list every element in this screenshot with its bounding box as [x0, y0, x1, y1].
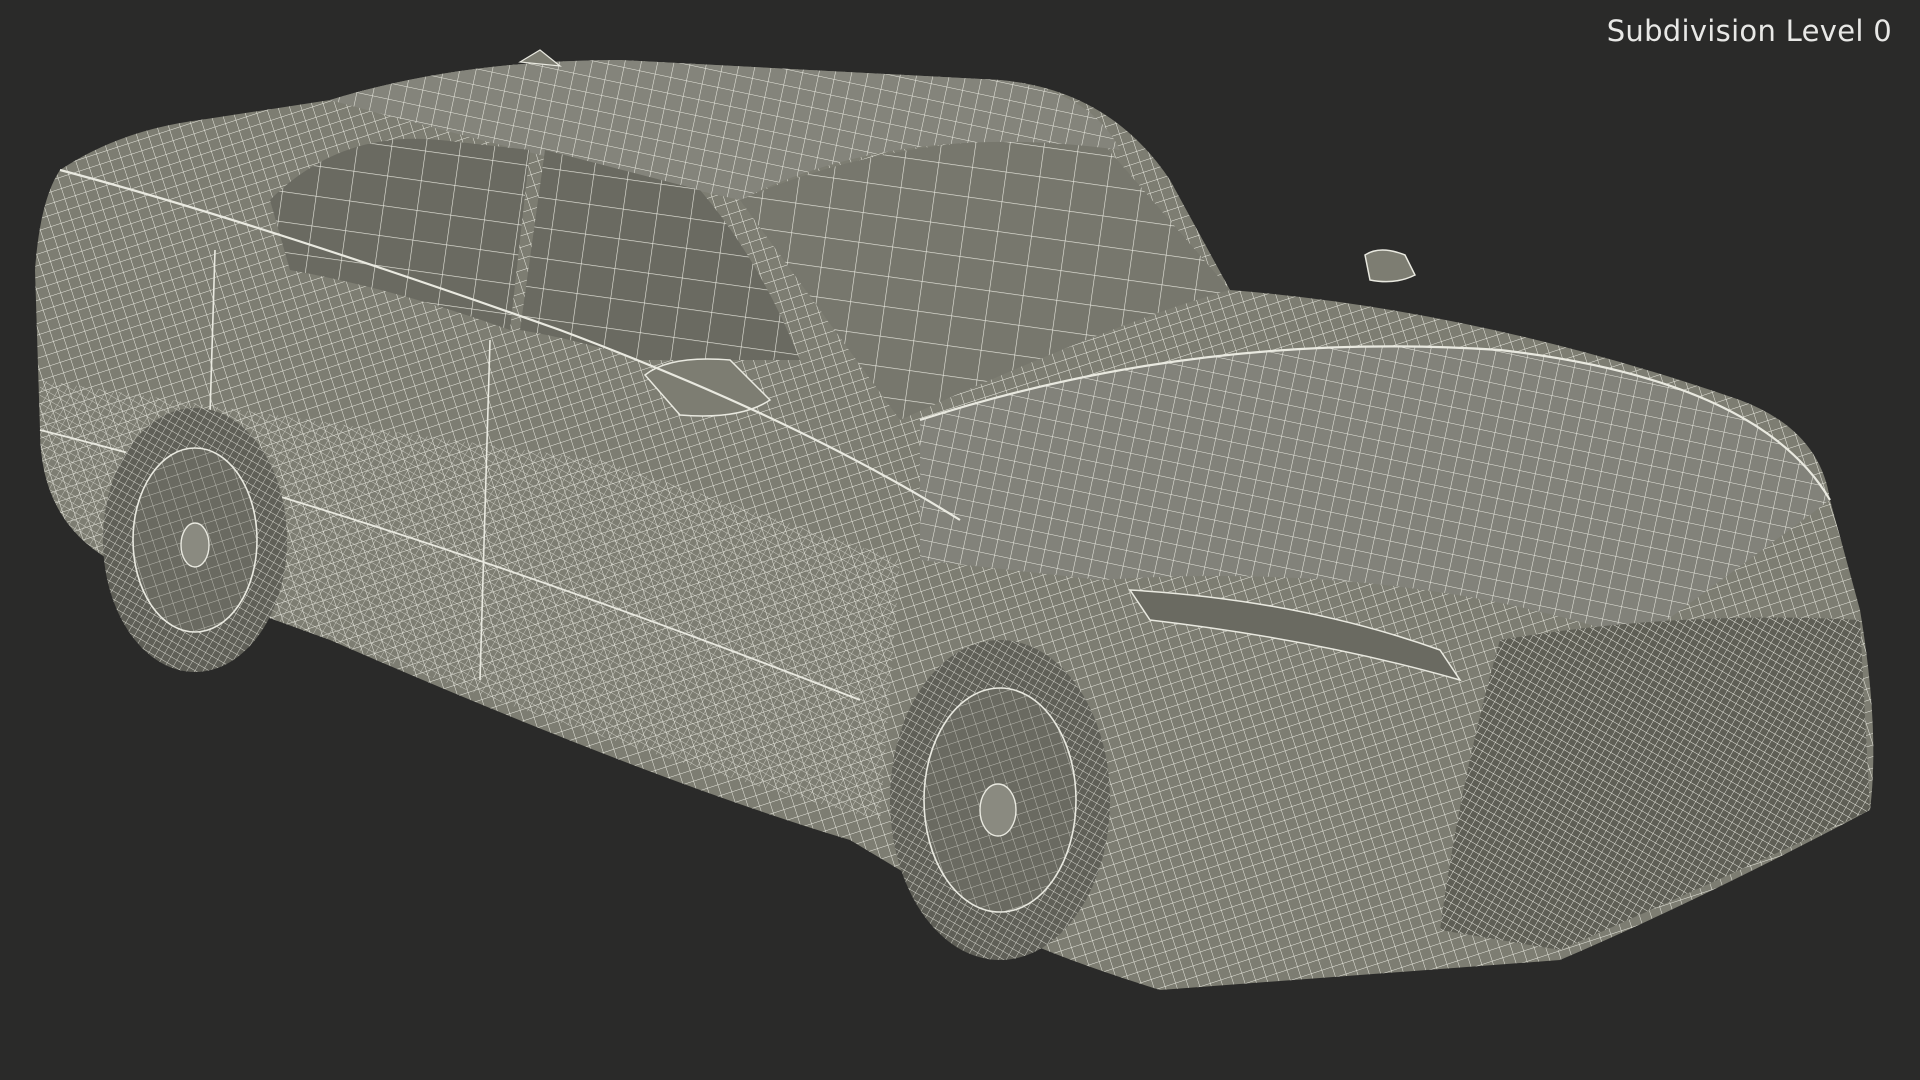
- rear-wheel: [103, 408, 287, 672]
- subdivision-level-label: Subdivision Level 0: [1606, 14, 1892, 48]
- front-wheel: [890, 640, 1110, 960]
- render-viewport: Subdivision Level 0: [0, 0, 1920, 1080]
- car-wireframe-render: [35, 49, 1874, 990]
